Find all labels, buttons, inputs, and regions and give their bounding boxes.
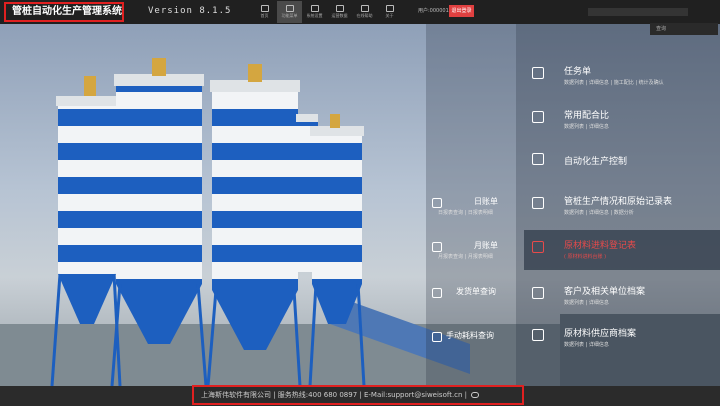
menu-customer-archive-sub: 数据列表 | 详细信息 [564,300,609,306]
toolbar-menu-button[interactable]: 功能菜单 [277,1,302,23]
help-icon [360,5,369,12]
menu-daily-bill-sub: 日报表查询 | 日报表明细 [438,210,493,216]
menu-manual-consumption-title: 手动耗料查询 [446,331,494,340]
menu-common-mix-title: 常用配合比 [564,111,610,121]
toolbar-home-button[interactable]: 首页 [252,1,277,23]
menu-daily-bill-title: 日账单 [474,197,498,206]
toolbar: 首页 功能菜单 系统设置 运营数据 在线帮助 关于 [252,1,402,23]
chat-icon[interactable] [471,392,480,398]
menu-production-records-sub: 数据列表 | 详细信息 | 数据分析 [564,210,634,216]
toolbar-about-button[interactable]: 关于 [377,1,402,23]
search-box[interactable]: 查询 [650,23,718,35]
menu-icon [285,5,294,12]
menu-monthly-bill-title: 月账单 [474,241,498,250]
top-bar: 管桩自动化生产管理系统 Version 8.1.5 首页 功能菜单 系统设置 运… [0,0,720,24]
footer: 上海斯伟软件有限公司 | 服务热线:400 680 0897 | E-Mail:… [192,385,524,405]
factory-icon [532,197,544,209]
menu-customer-archive-title: 客户及相关单位档案 [564,287,646,297]
menu-task-order[interactable]: 任务单 数据列表 | 详细信息 | 施工配比 | 统计及确认 [524,56,720,96]
document-icon [532,67,544,79]
menu-delivery-query-title: 发货单查询 [456,287,496,296]
menu-supplier-archive-sub: 数据列表 | 详细信息 [564,342,609,348]
menu-supplier-archive-title: 原材料供应商档案 [564,329,637,339]
footer-text: 上海斯伟软件有限公司 | 服务热线:400 680 0897 | E-Mail:… [201,391,468,399]
toolbar-help-button[interactable]: 在线帮助 [352,1,377,23]
menu-delivery-query[interactable]: 发货单查询 [432,284,522,316]
menu-monthly-bill[interactable]: 月账单 月报表查询 | 月报表明细 [432,238,522,270]
chart-icon [335,5,344,12]
menu-production-records-title: 管桩生产情况和原始记录表 [564,197,673,207]
version-label: Version 8.1.5 [148,6,232,16]
cube-icon [532,153,544,165]
menu-common-mix[interactable]: 常用配合比 数据列表 | 详细信息 [524,100,720,140]
menu-material-intake-title: 原材料进料登记表 [564,241,637,251]
toolbar-data-button[interactable]: 运营数据 [327,1,352,23]
menu-task-order-title: 任务单 [564,67,592,77]
gear-icon [310,5,319,12]
calendar-icon [432,198,442,208]
menu-production-records[interactable]: 管桩生产情况和原始记录表 数据列表 | 详细信息 | 数据分析 [524,186,720,226]
truck-icon [532,329,544,341]
home-icon [260,5,269,12]
menu-auto-control[interactable]: 自动化生产控制 [524,142,720,182]
list-icon [532,111,544,123]
truck-icon [432,288,442,298]
menu-monthly-bill-sub: 月报表查询 | 月报表明细 [438,254,493,260]
user-card-icon [532,287,544,299]
menu-material-intake-sub: ( 原材料进料台账 ) [564,254,607,260]
watermark [588,8,688,16]
hand-icon [432,332,442,342]
menu-task-order-sub: 数据列表 | 详细信息 | 施工配比 | 统计及确认 [564,80,664,86]
menu-customer-archive[interactable]: 客户及相关单位档案 数据列表 | 详细信息 [524,276,720,316]
menu-auto-control-title: 自动化生产控制 [564,157,628,167]
menu-manual-consumption[interactable]: 手动耗料查询 [432,328,522,360]
info-icon [385,5,394,12]
calendar-icon [432,242,442,252]
menu-common-mix-sub: 数据列表 | 详细信息 [564,124,609,130]
toolbar-settings-button[interactable]: 系统设置 [302,1,327,23]
app-title: 管桩自动化生产管理系统 [4,2,124,22]
menu-supplier-archive[interactable]: 原材料供应商档案 数据列表 | 详细信息 [524,318,720,358]
logout-button[interactable]: 退出登录 [449,5,474,17]
user-label: 用户:000001 [418,8,449,14]
menu-daily-bill[interactable]: 日账单 日报表查询 | 日报表明细 [432,194,522,226]
menu-material-intake[interactable]: 原材料进料登记表 ( 原材料进料台账 ) [524,230,720,270]
edit-icon [532,241,544,253]
